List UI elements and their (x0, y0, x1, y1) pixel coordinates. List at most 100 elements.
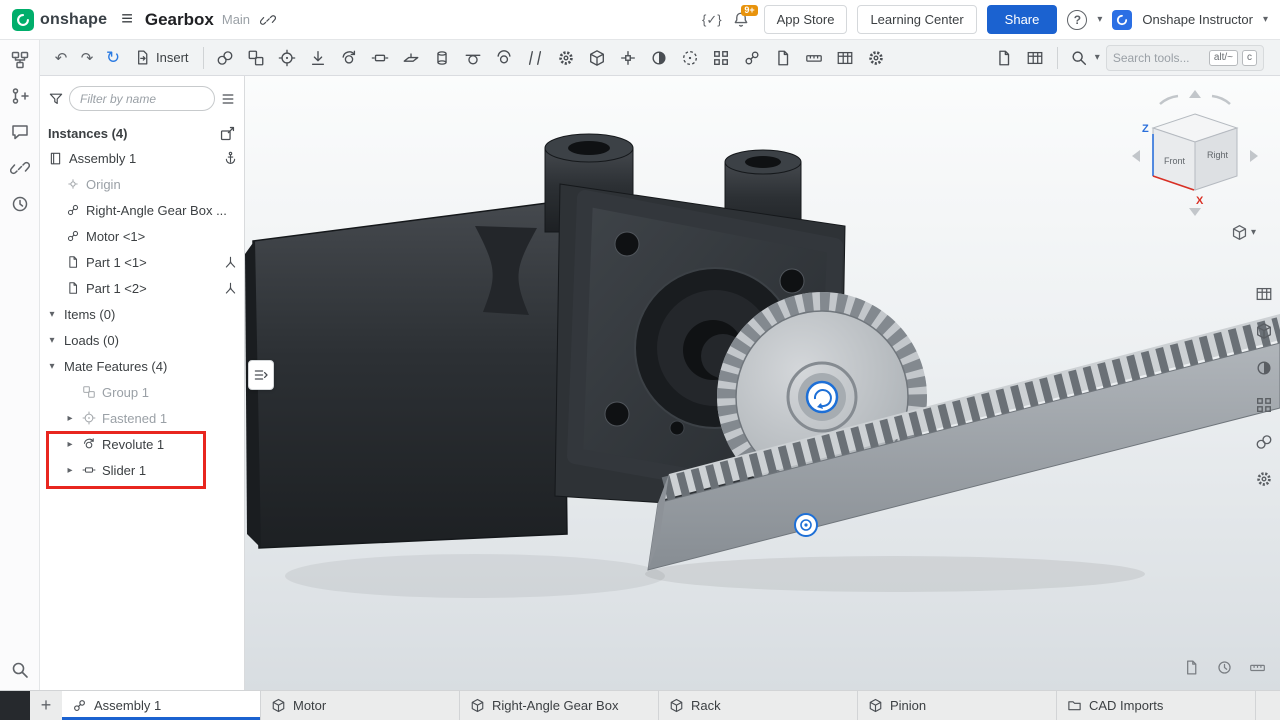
learning-center-button[interactable]: Learning Center (857, 5, 976, 34)
fastened-mate-icon[interactable] (303, 44, 334, 72)
search-tools-input[interactable] (1113, 51, 1205, 65)
help-button[interactable]: ? (1067, 10, 1087, 30)
bom-panel-icon[interactable] (1252, 282, 1276, 306)
view-menu-button[interactable]: ▾ (1231, 224, 1256, 241)
account-name[interactable]: Onshape Instructor (1142, 12, 1253, 27)
bom-table-icon[interactable] (1020, 44, 1051, 72)
mate-connector-anchor-icon[interactable] (223, 151, 238, 166)
insert-button[interactable]: Insert (126, 46, 197, 69)
share-link-icon[interactable] (260, 12, 276, 28)
tab-assembly-1[interactable]: Assembly 1 (62, 691, 261, 720)
versions-icon[interactable] (10, 50, 30, 70)
workspace-name[interactable]: Main (222, 12, 250, 27)
panel-handle-button[interactable] (248, 360, 274, 390)
tree-item-fastened-1[interactable]: ▸ Fastened 1 (40, 405, 244, 431)
parallel-mate-icon[interactable] (520, 44, 551, 72)
tab-pinion[interactable]: Pinion (858, 691, 1057, 720)
roll-ccw-arrow[interactable] (1160, 96, 1178, 104)
chevron-down-icon[interactable]: ▾ (46, 361, 58, 372)
redo-button[interactable]: ↷ (74, 44, 100, 72)
tree-item-assembly-1[interactable]: Assembly 1 (40, 145, 244, 171)
configurations-icon[interactable] (861, 44, 892, 72)
cylindrical-mate-icon[interactable] (427, 44, 458, 72)
tree-item-part-1-1[interactable]: Part 1 <1> (40, 249, 244, 275)
section-mate-features[interactable]: ▾ Mate Features (4) (40, 353, 244, 379)
tree-item-motor[interactable]: Motor <1> (40, 223, 244, 249)
graphics-viewport[interactable]: Front Right Z X ▾ (245, 76, 1280, 690)
app-store-button[interactable]: App Store (764, 5, 848, 34)
sheet-icon[interactable] (989, 44, 1020, 72)
planar-mate-icon[interactable] (396, 44, 427, 72)
onshape-logo-icon[interactable] (12, 9, 34, 31)
document-menu-icon[interactable]: ≡ (121, 8, 133, 31)
filter-icon[interactable] (48, 91, 64, 107)
revolute-mate-icon[interactable] (334, 44, 365, 72)
mate-icon[interactable] (210, 44, 241, 72)
share-button[interactable]: Share (987, 5, 1058, 34)
sync-button[interactable]: ↻ (100, 44, 126, 72)
comments-icon[interactable] (10, 122, 30, 142)
slider-mate-icon[interactable] (365, 44, 396, 72)
tree-item-part-1-2[interactable]: Part 1 <2> (40, 275, 244, 301)
group-icon[interactable] (241, 44, 272, 72)
insert-instance-icon[interactable] (219, 125, 236, 142)
replicate-icon[interactable] (737, 44, 768, 72)
snap-mode-icon[interactable] (582, 44, 613, 72)
status-clock-icon[interactable] (1216, 659, 1233, 676)
undo-button[interactable]: ↶ (48, 44, 74, 72)
link-documents-icon[interactable] (10, 158, 30, 178)
tree-item-group-1[interactable]: Group 1 (40, 379, 244, 405)
rotate-left-arrow[interactable] (1132, 150, 1140, 162)
pin-slot-mate-icon[interactable] (458, 44, 489, 72)
featurescript-icon[interactable]: {✓} (702, 12, 722, 28)
help-caret-icon[interactable]: ▾ (1097, 14, 1102, 25)
named-positions-icon[interactable] (675, 44, 706, 72)
chevron-right-icon[interactable]: ▸ (64, 465, 76, 476)
measure-tool-icon[interactable] (799, 44, 830, 72)
search-zoom-icon[interactable] (10, 660, 30, 680)
section-loads[interactable]: ▾ Loads (0) (40, 327, 244, 353)
tree-item-right-angle-gear-box[interactable]: Right-Angle Gear Box ... (40, 197, 244, 223)
bom-icon[interactable] (830, 44, 861, 72)
appearance-icon[interactable] (1252, 430, 1276, 454)
account-caret-icon[interactable]: ▾ (1263, 14, 1268, 25)
assembly-feature-icon[interactable] (768, 44, 799, 72)
chevron-down-icon[interactable]: ▾ (46, 309, 58, 320)
chevron-down-icon[interactable]: ▾ (46, 335, 58, 346)
account-logo-icon[interactable] (1112, 10, 1132, 30)
history-icon[interactable] (10, 194, 30, 214)
add-tab-button[interactable]: + (30, 691, 62, 720)
chevron-right-icon[interactable]: ▸ (64, 413, 76, 424)
ball-mate-icon[interactable] (489, 44, 520, 72)
tab-cad-imports[interactable]: CAD Imports (1057, 691, 1256, 720)
display-states-icon[interactable] (644, 44, 675, 72)
list-view-icon[interactable] (220, 91, 236, 107)
view-cube[interactable]: Front Right Z X (1120, 84, 1270, 224)
roll-cw-arrow[interactable] (1212, 96, 1230, 104)
explode-view-icon[interactable] (613, 44, 644, 72)
mate-connector-icon[interactable] (272, 44, 303, 72)
tab-motor[interactable]: Motor (261, 691, 460, 720)
slider-mate-marker[interactable] (795, 514, 817, 536)
revolute-mate-marker[interactable] (807, 382, 837, 412)
instance-axes-icon[interactable] (223, 255, 238, 270)
tree-item-revolute-1[interactable]: ▸ Revolute 1 (40, 431, 244, 457)
measure-icon[interactable] (1249, 659, 1266, 676)
notifications-button[interactable]: 9+ (732, 11, 750, 29)
filter-input[interactable] (69, 86, 215, 111)
tab-right-angle-gear-box[interactable]: Right-Angle Gear Box (460, 691, 659, 720)
chevron-right-icon[interactable]: ▸ (64, 439, 76, 450)
sheets-icon[interactable] (1183, 659, 1200, 676)
section-view-icon[interactable] (1252, 356, 1276, 380)
tab-rack[interactable]: Rack (659, 691, 858, 720)
search-tools-caret-icon[interactable]: ▾ (1095, 52, 1100, 63)
branch-icon[interactable] (10, 86, 30, 106)
pattern-panel-icon[interactable] (1252, 393, 1276, 417)
tree-item-slider-1[interactable]: ▸ Slider 1 (40, 457, 244, 483)
rotate-down-arrow[interactable] (1189, 208, 1201, 216)
section-items[interactable]: ▾ Items (0) (40, 301, 244, 327)
rotate-up-arrow[interactable] (1189, 90, 1201, 98)
named-views-icon[interactable] (1252, 319, 1276, 343)
instance-axes-icon[interactable] (223, 281, 238, 296)
rotate-right-arrow[interactable] (1250, 150, 1258, 162)
